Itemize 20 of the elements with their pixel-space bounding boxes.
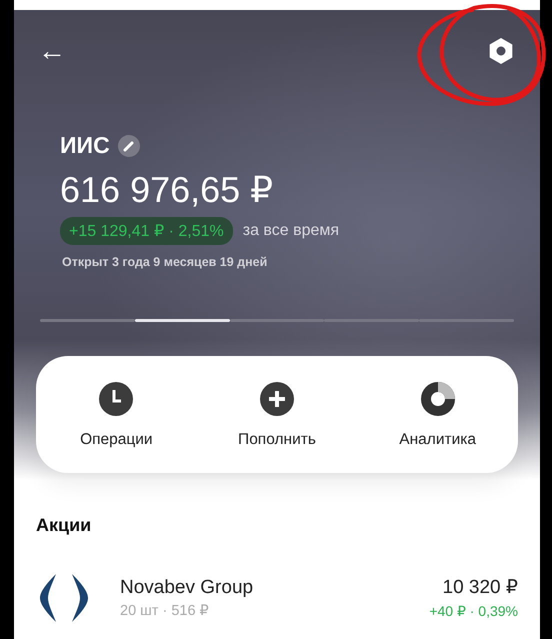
- action-button[interactable]: Аналитика: [368, 380, 508, 448]
- holding-detail: 20 шт · 516 ₽: [120, 603, 210, 619]
- action-button[interactable]: Пополнить: [206, 380, 347, 448]
- holding-change: +40 ₽ · 0,39%: [429, 603, 518, 620]
- back-button[interactable]: ←: [38, 37, 66, 65]
- hexagon-nut-icon: [487, 37, 515, 65]
- clock-icon: [98, 380, 134, 416]
- holding-name: Novabev Group: [120, 577, 254, 599]
- edit-button[interactable]: [118, 134, 140, 156]
- opened-duration: Открыт 3 года 9 месяцев 19 дней: [62, 255, 268, 269]
- holding-value: 10 320 ₽: [442, 576, 518, 599]
- gain-period: за все время: [242, 222, 340, 240]
- account-name: ИИС: [60, 132, 110, 159]
- plus-icon: [258, 380, 295, 416]
- balance-amount: 616 976,65 ₽: [60, 169, 274, 211]
- pencil-icon: [122, 140, 135, 152]
- section-title: Акции: [36, 515, 92, 536]
- action-button[interactable]: Операции: [46, 380, 186, 448]
- gain-badge: +15 129,41 ₽ · 2,51%: [60, 217, 233, 245]
- donut-chart-icon: [420, 380, 456, 416]
